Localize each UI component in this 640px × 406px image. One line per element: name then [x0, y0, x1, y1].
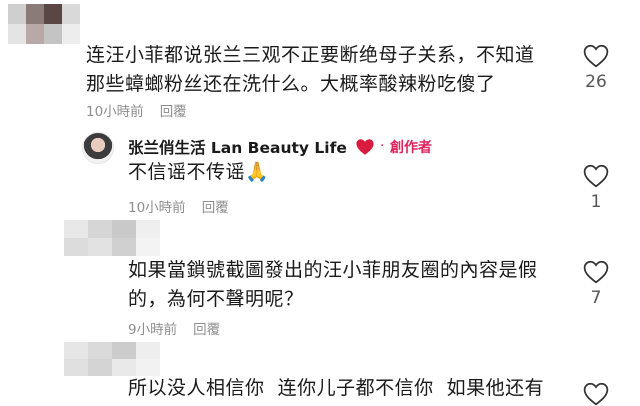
comment-time: 9小時前 [128, 322, 178, 338]
red-heart-icon [356, 139, 374, 155]
comment-time: 10小時前 [86, 104, 144, 120]
comment-3: 如果當鎖號截圖發出的汪小菲朋友圈的內容是假 的，為何不聲明呢？ 9小時前 回覆 7 [0, 220, 640, 340]
reply-button[interactable]: 回覆 [160, 104, 187, 120]
heart-outline-icon[interactable] [583, 382, 609, 406]
comment-meta: 10小時前 回覆 [86, 100, 187, 120]
like-count: 26 [585, 72, 607, 92]
creator-badge: 創作者 [390, 140, 432, 156]
blurred-avatar [64, 220, 160, 256]
heart-outline-icon[interactable] [583, 260, 609, 284]
blurred-avatar [64, 342, 160, 376]
comment-meta: 9小時前 回覆 [128, 318, 220, 338]
comment-4: 所以没人相信你 连你儿子都不信你 如果他还有 [0, 340, 640, 406]
comment-text: 连汪小菲都说张兰三观不正要断绝母子关系，不知道 那些蟑螂粉丝还在洗什么。大概率酸… [86, 44, 535, 95]
reply-button[interactable]: 回覆 [202, 200, 229, 216]
like-count: 7 [590, 288, 602, 308]
heart-outline-icon[interactable] [583, 44, 609, 68]
author-avatar [82, 132, 114, 164]
comment-text: 如果當鎖號截圖發出的汪小菲朋友圈的內容是假 的，為何不聲明呢？ [128, 259, 538, 310]
comment-text: 不信谣不传谣🙏 [128, 161, 270, 183]
comment-1: 连汪小菲都说张兰三观不正要断绝母子关系，不知道 那些蟑螂粉丝还在洗什么。大概率酸… [0, 0, 640, 120]
like-count: 1 [590, 192, 602, 212]
comment-time: 10小時前 [128, 200, 186, 216]
comment-meta: 10小時前 回覆 [128, 196, 229, 216]
comment-text: 所以没人相信你 连你儿子都不信你 如果他还有 [128, 377, 545, 399]
heart-outline-icon[interactable] [583, 164, 609, 188]
badge-dot: · [380, 138, 385, 154]
author-name[interactable]: 张兰俏生活 Lan Beauty Life [128, 136, 347, 158]
blurred-avatar [8, 4, 80, 44]
reply-button[interactable]: 回覆 [193, 322, 220, 338]
comment-2-author-reply: 张兰俏生活 Lan Beauty Life · 創作者 不信谣不传谣🙏 10小時… [0, 120, 640, 220]
